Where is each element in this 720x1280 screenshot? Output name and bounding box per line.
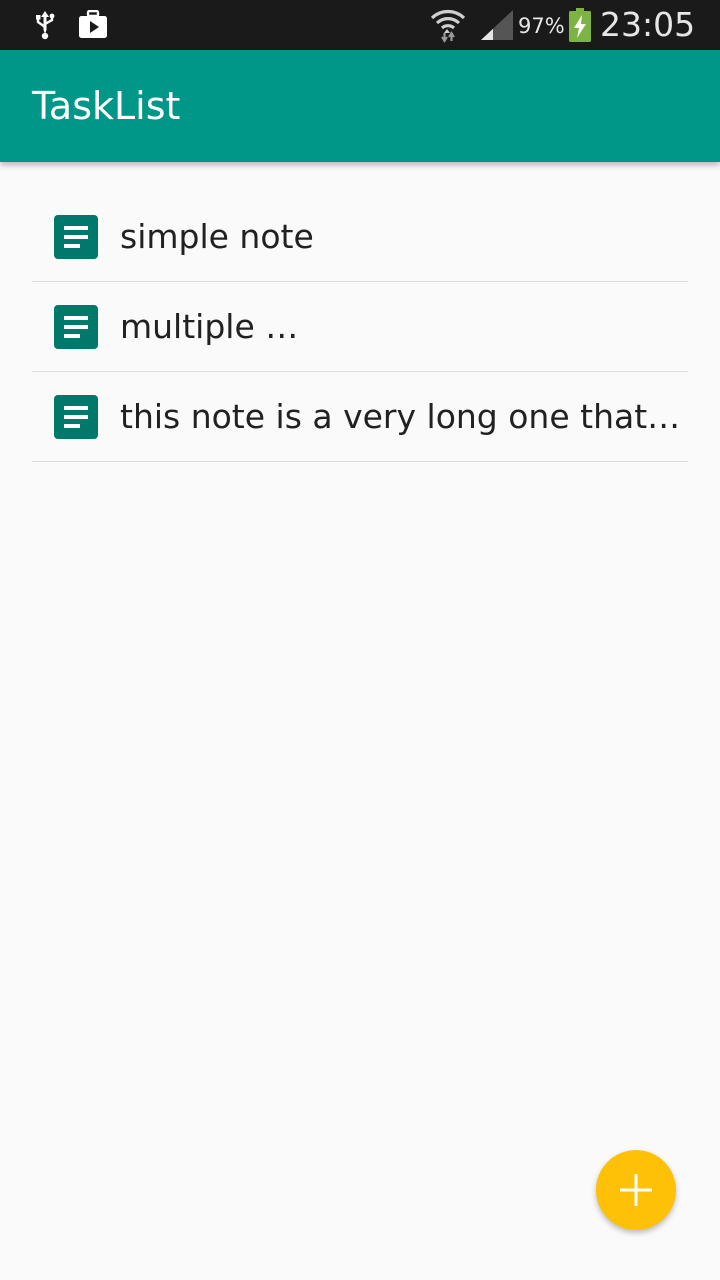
signal-icon bbox=[478, 0, 516, 50]
list-item[interactable]: simple note bbox=[32, 192, 688, 282]
note-icon bbox=[54, 395, 98, 439]
usb-icon bbox=[28, 0, 62, 50]
note-title: multiple … bbox=[120, 307, 299, 346]
list-item[interactable]: multiple … bbox=[32, 282, 688, 372]
app-title: TaskList bbox=[32, 84, 181, 128]
plus-icon bbox=[618, 1172, 654, 1208]
clock: 23:05 bbox=[600, 5, 696, 44]
wifi-icon bbox=[428, 0, 468, 50]
battery-charging-icon bbox=[566, 0, 594, 50]
note-list: simple note multiple … this note is a ve… bbox=[32, 192, 688, 462]
add-note-button[interactable] bbox=[596, 1150, 676, 1230]
media-icon bbox=[74, 0, 112, 50]
app-bar: TaskList bbox=[0, 50, 720, 162]
note-title: simple note bbox=[120, 217, 314, 256]
note-icon bbox=[54, 305, 98, 349]
note-title: this note is a very long one that… bbox=[120, 397, 680, 436]
list-item[interactable]: this note is a very long one that… bbox=[32, 372, 688, 462]
note-icon bbox=[54, 215, 98, 259]
status-bar: 97% 23:05 bbox=[0, 0, 720, 50]
battery-percent: 97% bbox=[518, 14, 565, 38]
